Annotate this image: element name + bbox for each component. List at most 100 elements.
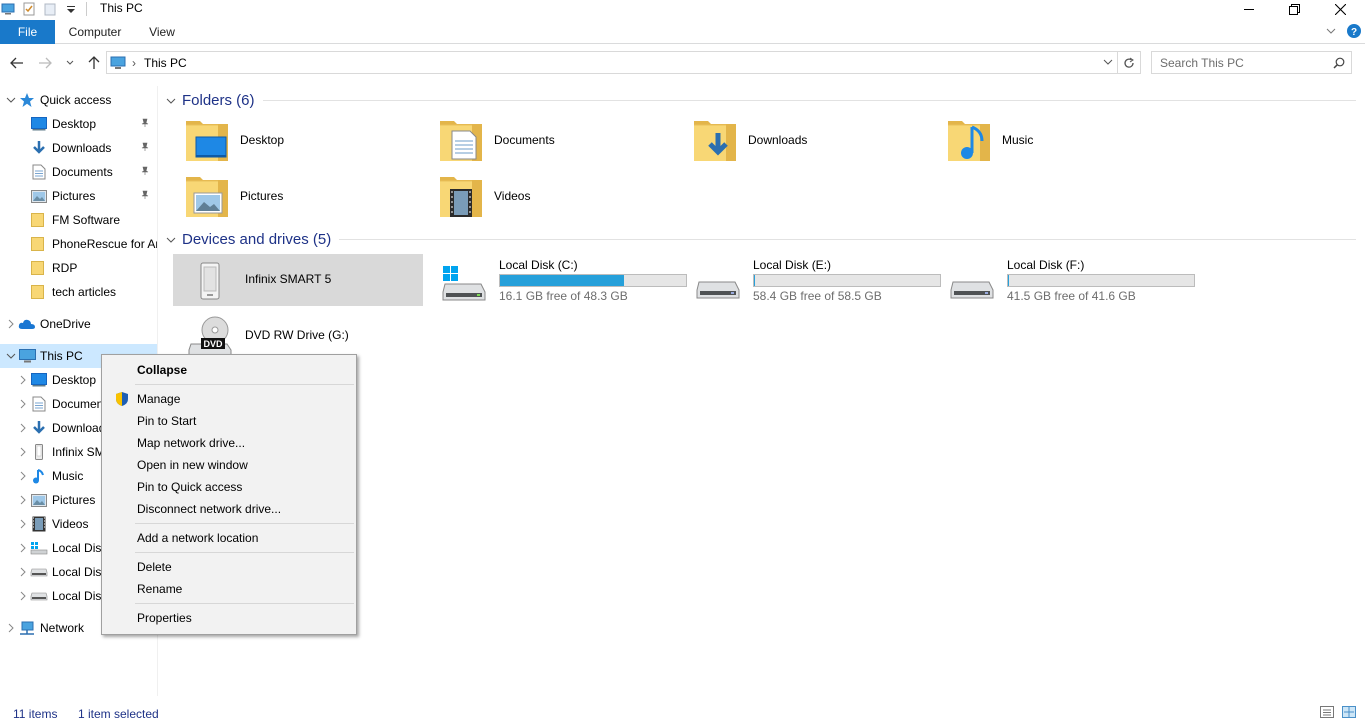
- chevron-right-icon[interactable]: [16, 560, 30, 584]
- nav-item-onedrive[interactable]: OneDrive: [0, 312, 157, 336]
- devices-group-header[interactable]: Devices and drives (5): [166, 231, 1356, 248]
- shield-icon: [114, 391, 130, 407]
- menu-item-open-in-new-window[interactable]: Open in new window: [104, 454, 354, 476]
- chevron-right-icon[interactable]: [16, 368, 30, 392]
- quick-access-toolbar: [0, 0, 87, 18]
- restore-icon: [1288, 3, 1300, 15]
- nav-item-desktop[interactable]: Desktop: [0, 112, 157, 136]
- nav-item-rdp[interactable]: RDP: [0, 256, 157, 280]
- back-button[interactable]: [6, 50, 28, 76]
- drive-free-space: 41.5 GB free of 41.6 GB: [1007, 289, 1136, 303]
- arrow-right-icon: [38, 57, 52, 69]
- folder-desktop[interactable]: Desktop: [168, 116, 418, 164]
- downloads-icon: [30, 420, 48, 436]
- large-icons-view-icon[interactable]: [1342, 705, 1356, 719]
- chevron-right-icon[interactable]: [16, 416, 30, 440]
- folders-group-header[interactable]: Folders (6): [166, 92, 1356, 109]
- chevron-down-icon[interactable]: [1103, 57, 1113, 67]
- nav-item-fm-software[interactable]: FM Software: [0, 208, 157, 232]
- restore-button[interactable]: [1271, 0, 1317, 18]
- expand-ribbon-button[interactable]: [1325, 25, 1337, 37]
- details-view-icon[interactable]: [1320, 705, 1334, 719]
- chevron-right-icon[interactable]: [16, 512, 30, 536]
- breadcrumb-this-pc[interactable]: This PC: [144, 56, 187, 70]
- chevron-right-icon[interactable]: [16, 464, 30, 488]
- chevron-right-icon[interactable]: [16, 440, 30, 464]
- toolbar-divider: [86, 2, 87, 16]
- nav-item-phonerescue-for-android[interactable]: PhoneRescue for Android: [0, 232, 157, 256]
- chevron-right-icon[interactable]: [16, 232, 30, 256]
- chevron-right-icon[interactable]: [16, 112, 30, 136]
- menu-item-delete[interactable]: Delete: [104, 556, 354, 578]
- chevron-right-icon[interactable]: [16, 136, 30, 160]
- chevron-right-icon[interactable]: [16, 584, 30, 608]
- menu-item-rename[interactable]: Rename: [104, 578, 354, 600]
- new-folder-icon[interactable]: [42, 1, 58, 17]
- nav-item-documents[interactable]: Documents: [0, 160, 157, 184]
- up-button[interactable]: [83, 50, 105, 76]
- menu-item-map-network-drive[interactable]: Map network drive...: [104, 432, 354, 454]
- tab-view[interactable]: View: [136, 20, 188, 44]
- chevron-right-icon[interactable]: [16, 488, 30, 512]
- folder-music[interactable]: Music: [930, 116, 1180, 164]
- folder-documents[interactable]: Documents: [422, 116, 672, 164]
- menu-item-pin-to-start[interactable]: Pin to Start: [104, 410, 354, 432]
- chevron-right-icon[interactable]: [16, 536, 30, 560]
- menu-item-disconnect-network-drive[interactable]: Disconnect network drive...: [104, 498, 354, 520]
- refresh-button[interactable]: [1118, 51, 1141, 74]
- folder-videos[interactable]: Videos: [422, 172, 672, 220]
- customize-toolbar-icon[interactable]: [63, 1, 79, 17]
- folder-pictures[interactable]: Pictures: [168, 172, 418, 220]
- tab-computer[interactable]: Computer: [58, 20, 132, 44]
- nav-item-tech-articles[interactable]: tech articles: [0, 280, 157, 304]
- pin-icon[interactable]: [140, 118, 150, 128]
- folder-downloads[interactable]: Downloads: [676, 116, 926, 164]
- chevron-right-icon[interactable]: [16, 280, 30, 304]
- pin-icon[interactable]: [140, 142, 150, 152]
- chevron-right-icon[interactable]: [16, 392, 30, 416]
- pin-icon[interactable]: [140, 190, 150, 200]
- menu-item-add-a-network-location[interactable]: Add a network location: [104, 527, 354, 549]
- chevron-right-icon[interactable]: [16, 184, 30, 208]
- drive-local-disk-f[interactable]: Local Disk (F:) 41.5 GB free of 41.6 GB: [935, 254, 1195, 306]
- chevron-right-icon[interactable]: [4, 312, 18, 336]
- menu-item-pin-to-quick-access[interactable]: Pin to Quick access: [104, 476, 354, 498]
- desktop-icon: [30, 116, 48, 132]
- drive-local-disk-e[interactable]: Local Disk (E:) 58.4 GB free of 58.5 GB: [681, 254, 941, 306]
- drive-local-disk-c[interactable]: Local Disk (C:) 16.1 GB free of 48.3 GB: [427, 254, 687, 306]
- nav-item-label: tech articles: [52, 285, 117, 299]
- nav-item-pictures[interactable]: Pictures: [0, 184, 157, 208]
- minimize-button[interactable]: [1226, 0, 1272, 18]
- menu-item-label: Delete: [137, 560, 172, 574]
- search-icon[interactable]: [1333, 57, 1345, 69]
- search-box[interactable]: Search This PC: [1151, 51, 1352, 74]
- menu-item-manage[interactable]: Manage: [104, 388, 354, 410]
- address-bar[interactable]: › This PC: [106, 51, 1118, 74]
- drive-infinix-smart-5[interactable]: Infinix SMART 5: [173, 254, 423, 306]
- nav-item-downloads[interactable]: Downloads: [0, 136, 157, 160]
- tab-file[interactable]: File: [0, 20, 55, 44]
- recent-locations-button[interactable]: [60, 50, 80, 76]
- chevron-right-icon[interactable]: [16, 208, 30, 232]
- nav-item-quick-access[interactable]: Quick access: [0, 88, 157, 112]
- windows-drive-icon: [441, 260, 487, 302]
- minimize-icon: [1244, 4, 1254, 14]
- help-button[interactable]: ?: [1346, 23, 1362, 39]
- chevron-right-icon[interactable]: [4, 616, 18, 640]
- dvd-drive-icon: DVD: [187, 316, 233, 358]
- nav-item-label: Downloads: [52, 141, 112, 155]
- menu-item-properties[interactable]: Properties: [104, 607, 354, 629]
- close-button[interactable]: [1317, 0, 1363, 18]
- chevron-right-icon[interactable]: [16, 256, 30, 280]
- group-divider: [339, 239, 1356, 240]
- properties-check-icon[interactable]: [21, 1, 37, 17]
- title-bar: This PC: [0, 0, 1365, 18]
- forward-button[interactable]: [34, 50, 56, 76]
- chevron-right-icon[interactable]: [16, 160, 30, 184]
- chevron-down-icon[interactable]: [4, 88, 18, 112]
- chevron-down-icon[interactable]: [4, 344, 18, 368]
- drive-label: Local Disk (C:): [499, 258, 578, 272]
- music-folder-icon: [946, 117, 992, 163]
- pin-icon[interactable]: [140, 166, 150, 176]
- menu-item-collapse[interactable]: Collapse: [104, 359, 354, 381]
